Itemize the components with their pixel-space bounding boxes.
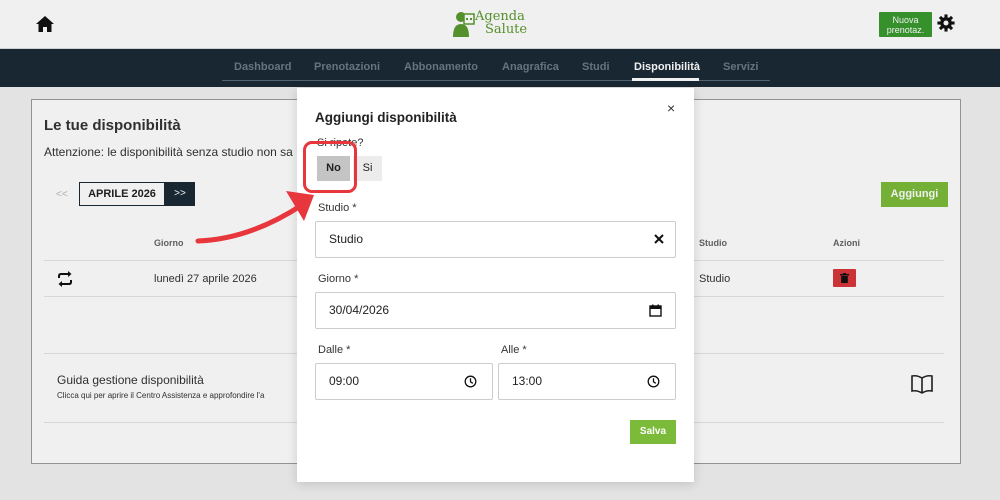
to-label: Alle * (501, 344, 527, 356)
to-time-input[interactable]: 13:00 (498, 363, 676, 400)
studio-select[interactable]: Studio (315, 221, 676, 258)
save-button[interactable]: Salva (630, 420, 676, 444)
from-time-input[interactable]: 09:00 (315, 363, 493, 400)
close-icon[interactable]: × (667, 100, 675, 116)
from-label: Dalle * (318, 344, 351, 356)
from-value: 09:00 (329, 374, 360, 388)
modal-title: Aggiungi disponibilità (315, 110, 457, 125)
day-label: Giorno * (318, 273, 359, 285)
clock-icon[interactable] (647, 375, 660, 388)
repeat-yes-button[interactable]: Si (353, 156, 382, 181)
day-value: 30/04/2026 (329, 303, 390, 317)
to-value: 13:00 (512, 374, 543, 388)
clear-icon[interactable] (654, 234, 664, 244)
calendar-icon[interactable] (649, 304, 662, 317)
clock-icon[interactable] (464, 375, 477, 388)
studio-value: Studio (329, 232, 364, 246)
day-date-input[interactable]: 30/04/2026 (315, 292, 676, 329)
annotation-arrow-icon (195, 191, 314, 244)
